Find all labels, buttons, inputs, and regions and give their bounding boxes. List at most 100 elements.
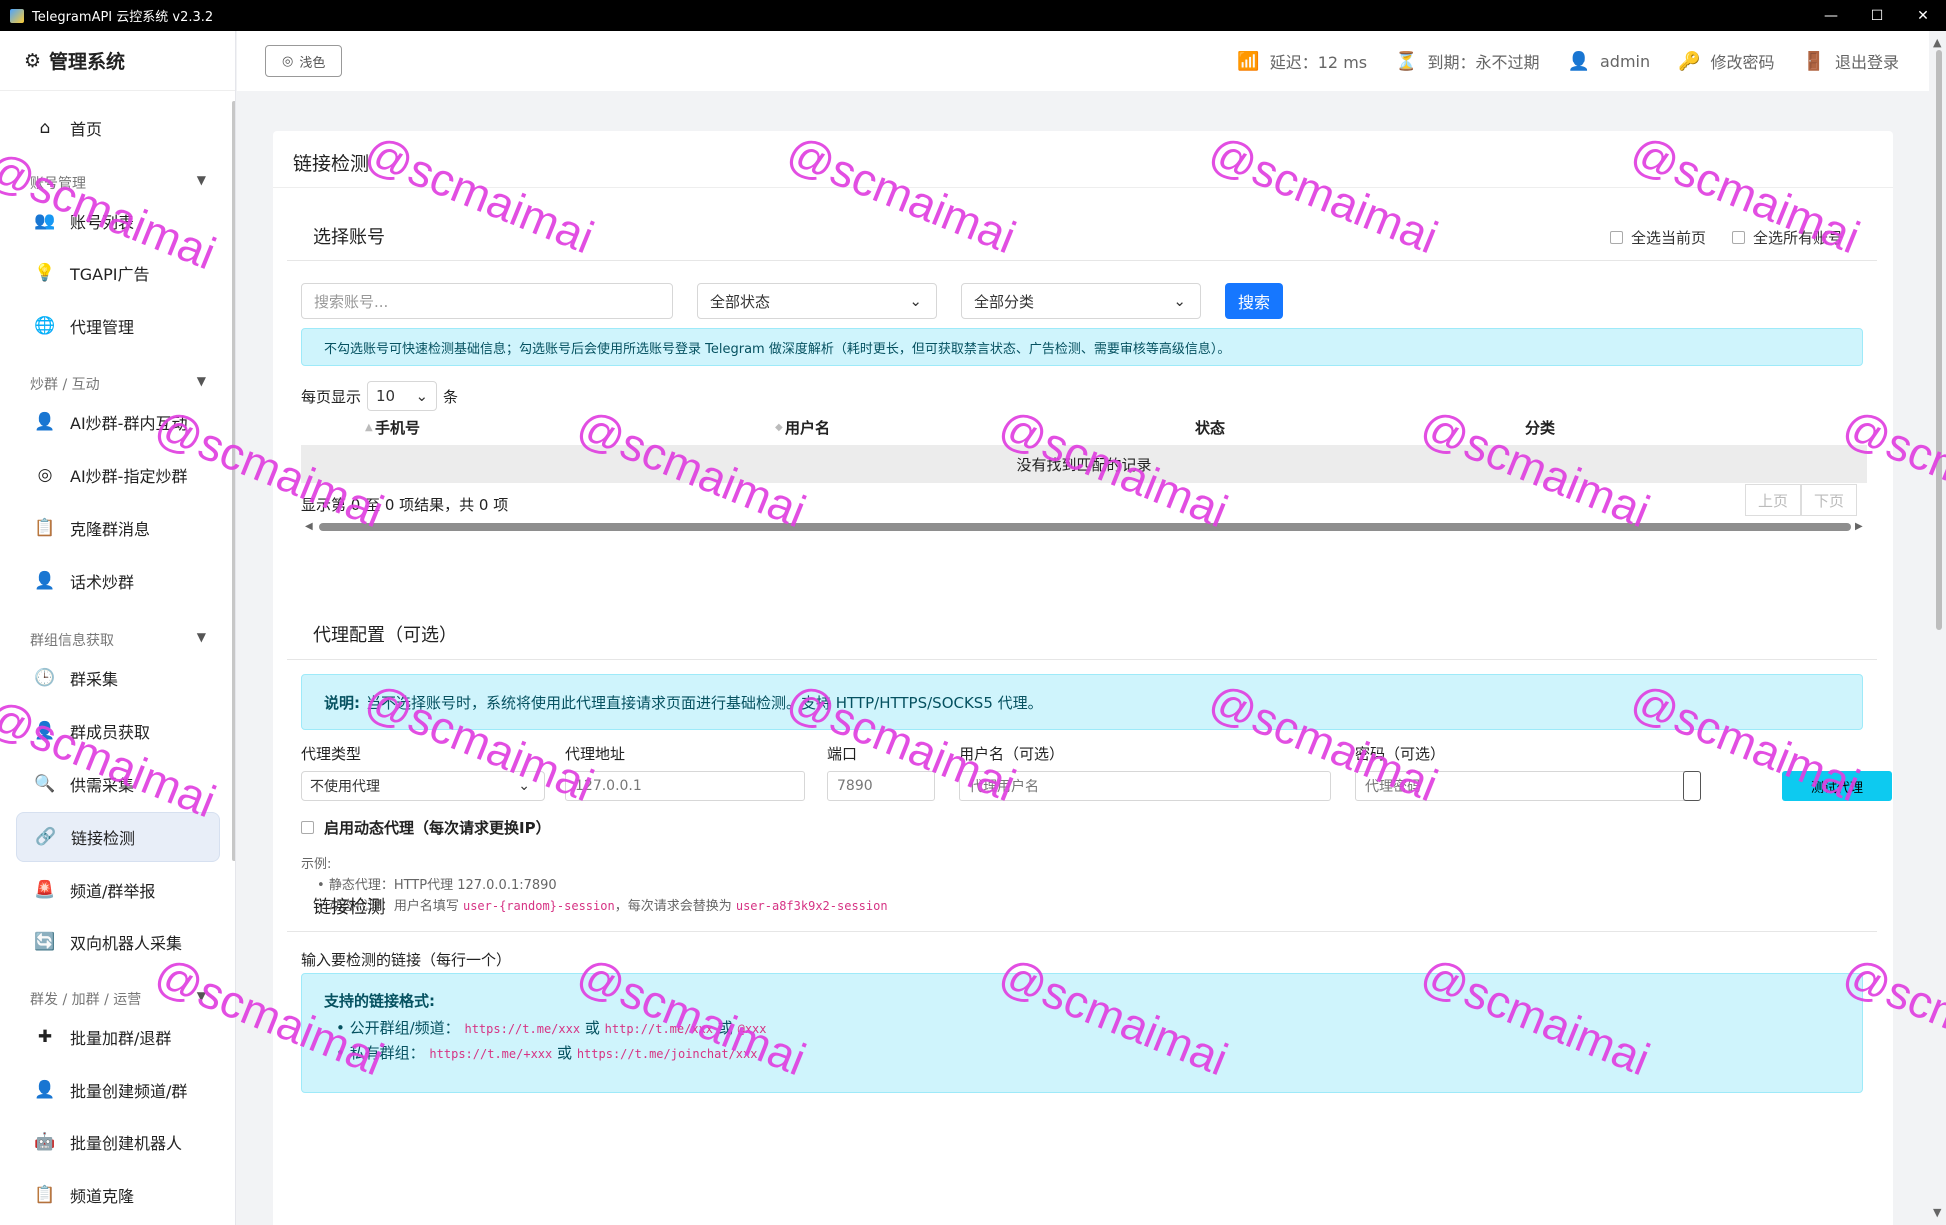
column-username[interactable]: 用户名 bbox=[711, 409, 1121, 445]
dynamic-proxy-checkbox[interactable]: 启用动态代理（每次请求更换IP） bbox=[301, 817, 551, 838]
search-input[interactable]: 搜索账号... bbox=[301, 283, 673, 319]
sidebar-brand: ⚙ 管理系统 bbox=[0, 31, 235, 91]
password-toggle[interactable] bbox=[1683, 771, 1701, 801]
latency-indicator: 📶 延迟：12 ms bbox=[1237, 50, 1368, 73]
sidebar-item-ai-group[interactable]: 👤 AI炒群-群内互动 bbox=[16, 397, 220, 447]
sidebar-item-channel-clone[interactable]: 📋 频道克隆 bbox=[16, 1170, 220, 1220]
robot-icon: 🤖 bbox=[34, 1132, 56, 1152]
prev-page-button[interactable]: 上页 bbox=[1745, 484, 1802, 516]
test-proxy-button[interactable]: 测试代理 bbox=[1782, 771, 1892, 801]
scroll-down-icon[interactable]: ▼ bbox=[1933, 1206, 1941, 1219]
table-hscrollbar[interactable] bbox=[319, 523, 1851, 531]
link-input-label: 输入要检测的链接（每行一个） bbox=[301, 951, 512, 969]
gear-icon: ⚙ bbox=[24, 49, 42, 72]
sidebar-item-member-fetch[interactable]: 👤 群成员获取 bbox=[16, 706, 220, 756]
scroll-right-icon[interactable]: ▶ bbox=[1855, 521, 1863, 532]
theme-toggle-button[interactable]: ◎ 浅色 bbox=[265, 45, 343, 77]
sidebar-item-batch-join[interactable]: ✚ 批量加群/退群 bbox=[16, 1012, 220, 1062]
page-scrollbar[interactable] bbox=[1936, 50, 1942, 630]
chevron-down-icon: ⌄ bbox=[1173, 292, 1186, 310]
sidebar-item-bot-collect[interactable]: 🔄 双向机器人采集 bbox=[16, 917, 220, 967]
target-icon: ◎ bbox=[37, 465, 53, 485]
per-page-select[interactable]: 10 ⌄ bbox=[367, 381, 438, 411]
sidebar-item-script-group[interactable]: 👤 话术炒群 bbox=[16, 556, 220, 606]
sidebar-item-clone-msg[interactable]: 📋 克隆群消息 bbox=[16, 503, 220, 553]
sidebar-item-report[interactable]: 🚨 频道/群举报 bbox=[16, 865, 220, 915]
person-add-icon: 👤 bbox=[34, 1080, 56, 1100]
next-page-button[interactable]: 下页 bbox=[1801, 484, 1858, 516]
sidebar-scrollbar[interactable] bbox=[232, 101, 235, 861]
main-content: 链接检测 选择账号 全选当前页 全选所有账号 搜索账号... 全部状态 ⌄ 全部分… bbox=[237, 91, 1929, 1225]
proxy-password-input[interactable]: 代理密码 bbox=[1355, 771, 1701, 801]
close-button[interactable]: ✕ bbox=[1900, 0, 1946, 31]
proxy-port-input[interactable]: 7890 bbox=[827, 771, 935, 801]
scroll-left-icon[interactable]: ◀ bbox=[305, 521, 313, 532]
palette-icon: ◎ bbox=[282, 53, 294, 69]
chevron-down-icon: ⌄ bbox=[415, 387, 429, 405]
sidebar: ⚙ 管理系统 ⌂ 首页 账号管理 ▼ 👥 账号列表 💡 TGAPI广告 🌐 代理管… bbox=[0, 31, 236, 1225]
link-icon: 🔗 bbox=[35, 827, 57, 847]
sidebar-item-proxy[interactable]: 🌐 代理管理 bbox=[16, 301, 220, 351]
nav-group-ops[interactable]: 群发 / 加群 / 运营 ▼ bbox=[30, 989, 206, 1009]
home-icon: ⌂ bbox=[39, 118, 51, 138]
column-category[interactable]: 分类 bbox=[1451, 409, 1781, 445]
column-phone[interactable]: ▲ 手机号 ◆ bbox=[301, 409, 783, 445]
users-icon: 👥 bbox=[34, 211, 56, 231]
brand-title: 管理系统 bbox=[49, 51, 126, 73]
signal-icon: 📶 bbox=[1237, 50, 1260, 72]
sidebar-item-ai-target[interactable]: ◎ AI炒群-指定炒群 bbox=[16, 450, 220, 500]
magnifier-icon: 🔍 bbox=[34, 774, 56, 794]
clipboard-icon: 📋 bbox=[34, 518, 56, 538]
minimize-button[interactable]: — bbox=[1808, 0, 1854, 31]
person-icon: 👤 bbox=[34, 571, 56, 591]
key-icon: 🔑 bbox=[1678, 50, 1701, 72]
sidebar-item-batch-create[interactable]: 👤 批量创建频道/群 bbox=[16, 1065, 220, 1115]
caret-down-icon: ▼ bbox=[196, 989, 206, 1003]
clock-icon: 🕒 bbox=[34, 668, 56, 688]
user-icon: 👤 bbox=[1567, 50, 1590, 72]
person-icon: 👤 bbox=[34, 412, 56, 432]
user-menu[interactable]: 👤 admin bbox=[1568, 51, 1651, 72]
column-status[interactable]: 状态 bbox=[1121, 409, 1451, 445]
status-select[interactable]: 全部状态 ⌄ bbox=[697, 283, 937, 319]
nav-group-interact[interactable]: 炒群 / 互动 ▼ bbox=[30, 374, 206, 394]
select-page-checkbox[interactable]: 全选当前页 bbox=[1609, 227, 1706, 248]
proxy-username-input[interactable]: 代理用户名 bbox=[959, 771, 1331, 801]
scroll-up-icon[interactable]: ▲ bbox=[1933, 36, 1941, 49]
window-titlebar: TelegramAPI 云控系统 v2.3.2 — ☐ ✕ bbox=[0, 0, 1946, 31]
link-check-section: 链接检测 输入要检测的链接（每行一个） 支持的链接格式: • 公开群组/频道： … bbox=[287, 893, 1877, 1193]
nav-group-info[interactable]: 群组信息获取 ▼ bbox=[30, 630, 206, 650]
logout-link[interactable]: 🚪 退出登录 bbox=[1803, 49, 1899, 73]
example-static: • 静态代理：HTTP代理 127.0.0.1:7890 bbox=[317, 878, 557, 893]
change-password-link[interactable]: 🔑 修改密码 bbox=[1678, 49, 1774, 73]
sidebar-item-batch-bot[interactable]: 🤖 批量创建机器人 bbox=[16, 1117, 220, 1167]
alarm-icon: 🚨 bbox=[34, 880, 56, 900]
category-select[interactable]: 全部分类 ⌄ bbox=[961, 283, 1201, 319]
sidebar-item-tgapi-ad[interactable]: 💡 TGAPI广告 bbox=[16, 248, 220, 298]
globe-icon: 🌐 bbox=[34, 316, 56, 336]
select-all-checkbox[interactable]: 全选所有账号 bbox=[1731, 227, 1843, 248]
search-button[interactable]: 搜索 bbox=[1225, 283, 1283, 319]
sidebar-item-home[interactable]: ⌂ 首页 bbox=[16, 103, 220, 153]
caret-down-icon: ▼ bbox=[196, 374, 206, 388]
maximize-button[interactable]: ☐ bbox=[1854, 0, 1900, 31]
nav-group-account[interactable]: 账号管理 ▼ bbox=[30, 173, 206, 193]
info-alert: 不勾选账号可快速检测基础信息；勾选账号后会使用所选账号登录 Telegram 做… bbox=[301, 328, 1863, 366]
app-icon bbox=[10, 8, 24, 23]
table-header: ▲ 手机号 ◆ 用户名 状态 分类 bbox=[301, 409, 1867, 445]
chevron-down-icon: ⌄ bbox=[909, 292, 922, 310]
section-title: 链接检测 bbox=[313, 897, 385, 918]
section-title: 选择账号 bbox=[313, 227, 385, 248]
proxy-note: 说明: 当不选择账号时，系统将使用此代理直接请求页面进行基础检测。支持 HTTP/… bbox=[301, 674, 1863, 730]
proxy-type-select[interactable]: 不使用代理 ⌄ bbox=[301, 771, 545, 801]
sidebar-item-account-list[interactable]: 👥 账号列表 bbox=[16, 196, 220, 246]
sidebar-item-group-collect[interactable]: 🕒 群采集 bbox=[16, 653, 220, 703]
window-title: TelegramAPI 云控系统 v2.3.2 bbox=[32, 10, 214, 25]
chevron-down-icon: ⌄ bbox=[518, 778, 530, 794]
sidebar-item-link-check[interactable]: 🔗 链接检测 bbox=[16, 812, 220, 862]
person-icon: 👤 bbox=[34, 721, 56, 741]
proxy-address-input[interactable]: 127.0.0.1 bbox=[565, 771, 805, 801]
sidebar-item-supply-collect[interactable]: 🔍 供需采集 bbox=[16, 759, 220, 809]
caret-down-icon: ▼ bbox=[196, 173, 206, 187]
refresh-icon: 🔄 bbox=[34, 932, 56, 952]
